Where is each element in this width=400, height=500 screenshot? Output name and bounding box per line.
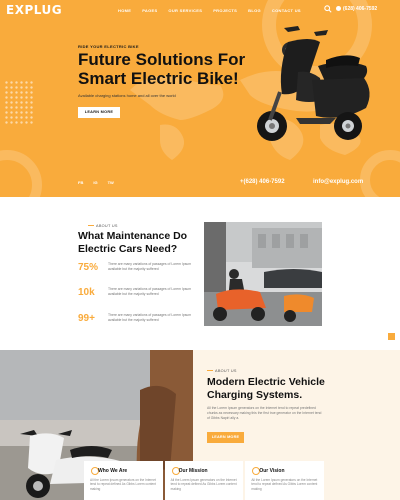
menu-item-services[interactable]: OUR SERVICES [168, 8, 202, 13]
hero-title-line-1: Future Solutions For [78, 50, 246, 69]
site-logo[interactable]: EXPLUG [6, 3, 62, 17]
social-links: FB IG TW [78, 180, 114, 185]
hero-phone[interactable]: +(628) 406-7592 [240, 179, 285, 185]
card-text: All the Lorem Ipsum generators on the In… [90, 478, 156, 491]
card-title: Our Mission [178, 468, 208, 474]
social-facebook[interactable]: FB [78, 180, 83, 185]
stat-number: 75% [78, 262, 99, 273]
modern-eyebrow: ABOUT US [207, 369, 237, 373]
phone-icon [336, 6, 341, 11]
modern-learn-more-button[interactable]: LEARN MORE [207, 432, 244, 443]
hero-subtitle: Available charging stations home and all… [78, 93, 176, 98]
card-title: Who We Are [98, 468, 128, 474]
card-text: All the Lorem Ipsum generators on the In… [251, 478, 318, 491]
maintenance-eyebrow: ABOUT US [88, 224, 118, 228]
card-who-we-are[interactable]: Who We Are All the Lorem Ipsum generator… [84, 461, 163, 500]
electric-scooter-image [257, 26, 370, 141]
modern-text: All the Lorem Ipsum generators on the In… [207, 406, 322, 420]
card-title: Our Vision [259, 468, 285, 474]
main-menu: HOME PAGES OUR SERVICES PROJECTS BLOG CO… [118, 8, 301, 13]
menu-item-projects[interactable]: PROJECTS [213, 8, 237, 13]
nav-phone[interactable]: (628) 406-7592 [336, 6, 377, 12]
nav-phone-number: (628) 406-7592 [343, 6, 378, 12]
hero-eyebrow: RIDE YOUR ELECTRIC BIKE [78, 44, 139, 49]
menu-item-contact[interactable]: CONTACT US [272, 8, 301, 13]
stat-description: There are many variations of passages of… [108, 262, 192, 271]
card-our-vision[interactable]: Our Vision All the Lorem Ipsum generator… [245, 461, 325, 500]
stat-number: 99+ [78, 313, 95, 324]
menu-item-home[interactable]: HOME [118, 8, 131, 13]
menu-item-blog[interactable]: BLOG [248, 8, 261, 13]
modern-title: Modern Electric Vehicle Charging Systems… [207, 376, 325, 401]
decor-ring [0, 150, 42, 197]
hero-title-line-2: Smart Electric Bike! [78, 69, 239, 88]
decor-dots [4, 80, 34, 126]
card-our-mission[interactable]: Our Mission All the Lorem Ipsum generato… [164, 461, 244, 500]
hero-learn-more-button[interactable]: LEARN MORE [78, 107, 120, 118]
stat-description: There are many variations of passages of… [108, 313, 192, 322]
stat-number: 10k [78, 287, 95, 298]
social-instagram[interactable]: IG [93, 180, 97, 185]
info-cards: Who We Are All the Lorem Ipsum generator… [84, 461, 325, 500]
top-navbar: EXPLUG HOME PAGES OUR SERVICES PROJECTS … [0, 0, 400, 22]
menu-item-pages[interactable]: PAGES [142, 8, 157, 13]
maintenance-title: What Maintenance Do Electric Cars Need? [78, 230, 188, 255]
card-text: All the Lorem Ipsum generators on the In… [170, 478, 237, 491]
scroll-to-top-button[interactable] [388, 333, 395, 340]
search-icon[interactable] [324, 5, 332, 13]
social-twitter[interactable]: TW [108, 180, 114, 185]
hero-email[interactable]: info@explug.com [313, 179, 363, 185]
hero-section: EXPLUG HOME PAGES OUR SERVICES PROJECTS … [0, 0, 400, 197]
stat-description: There are many variations of passages of… [108, 287, 192, 296]
rider-scooter-photo [204, 222, 322, 326]
